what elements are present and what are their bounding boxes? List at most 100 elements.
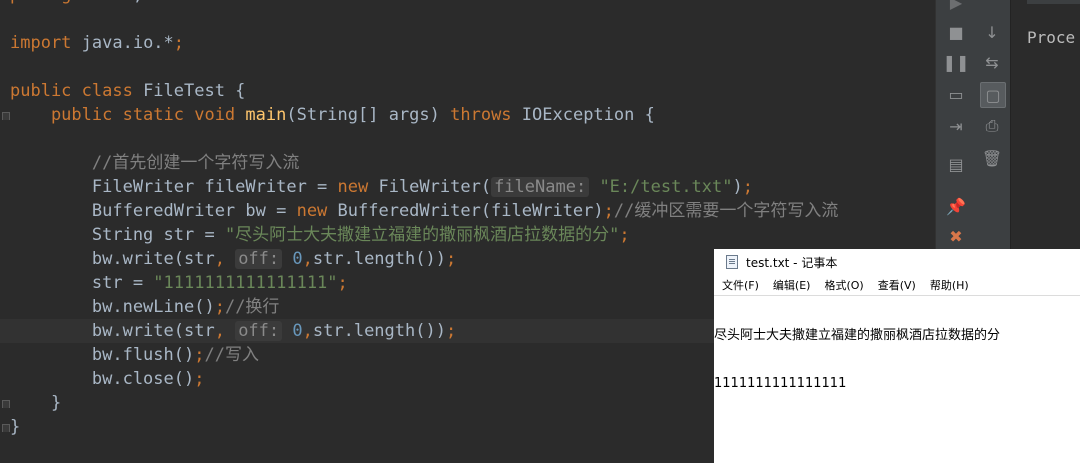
code-token: IOException {: [521, 105, 655, 125]
stop-icon[interactable]: ■: [944, 20, 968, 44]
notepad-title: test.txt - 记事本: [746, 255, 838, 270]
code-token: }: [10, 417, 21, 437]
fold-marker-icon[interactable]: [2, 424, 10, 432]
code-line[interactable]: //首先创建一个字符写入流: [0, 151, 935, 175]
code-token: bw.flush(): [10, 345, 195, 365]
code-token: String str =: [10, 225, 225, 245]
step-over-icon[interactable]: ⇆: [980, 50, 1004, 74]
code-token: BufferedWriter(fileWriter): [337, 201, 604, 221]
menu-file[interactable]: 文件(F): [722, 277, 759, 293]
notepad-file-icon: [726, 255, 738, 269]
code-token: main: [245, 105, 287, 125]
code-token: ,: [302, 249, 313, 269]
notepad-window: test.txt - 记事本 文件(F) 编辑(E) 格式(O) 查看(V) 帮…: [714, 249, 1080, 463]
code-token: ;: [194, 345, 205, 365]
code-token: "尽头阿士大夫撒建立福建的撒丽枫酒店拉数据的分": [224, 225, 620, 245]
print-icon[interactable]: ⎙: [980, 114, 1004, 138]
code-token: ,: [302, 321, 313, 341]
code-line[interactable]: package demo;: [0, 0, 935, 7]
code-token: new: [296, 201, 338, 221]
resume-icon[interactable]: ▶: [944, 0, 968, 14]
code-token: (String[] args): [286, 105, 451, 125]
parameter-hint: fileName:: [491, 177, 590, 197]
menu-edit[interactable]: 编辑(E): [773, 277, 811, 293]
code-token: ;: [742, 177, 753, 197]
notepad-line: 1111111111111111: [714, 376, 847, 391]
code-token: ,: [214, 321, 236, 341]
code-token: ;: [194, 369, 205, 389]
fold-marker-icon[interactable]: [2, 400, 10, 408]
code-token: public class: [10, 81, 144, 101]
code-token: FileWriter(: [378, 177, 492, 197]
code-line[interactable]: [0, 7, 935, 31]
code-token: //缓冲区需要一个字符写入流: [613, 201, 839, 221]
code-token: java.io.*: [81, 33, 174, 53]
code-token: ;: [214, 297, 225, 317]
code-token: str.length()): [312, 249, 446, 269]
menu-help[interactable]: 帮助(H): [930, 277, 969, 293]
code-token: ;: [603, 201, 614, 221]
exit-icon[interactable]: ⇥: [944, 114, 968, 138]
code-token: ;: [619, 225, 630, 245]
code-token: throws: [450, 105, 522, 125]
notepad-menu-bar: 文件(F) 编辑(E) 格式(O) 查看(V) 帮助(H): [714, 275, 1080, 295]
code-token: ;: [337, 273, 348, 293]
step-down-icon[interactable]: ↓: [980, 20, 1004, 44]
code-token: FileTest {: [143, 81, 246, 101]
trash-icon[interactable]: 🗑: [980, 146, 1004, 170]
stop-debug-icon[interactable]: ▢: [980, 82, 1006, 108]
fold-marker-icon[interactable]: [2, 112, 10, 120]
code-token: "1111111111111111": [153, 273, 338, 293]
notepad-title-bar[interactable]: test.txt - 记事本: [714, 249, 1080, 275]
code-token: BufferedWriter bw =: [10, 201, 297, 221]
code-line[interactable]: BufferedWriter bw = new BufferedWriter(f…: [0, 199, 935, 223]
code-token: str =: [10, 273, 154, 293]
code-line[interactable]: [0, 55, 935, 79]
code-line[interactable]: FileWriter fileWriter = new FileWriter(f…: [0, 175, 935, 199]
code-token: package: [10, 0, 92, 5]
parameter-hint: off:: [235, 249, 283, 269]
code-token: //写入: [204, 345, 259, 365]
code-token: "E:/test.txt": [599, 177, 733, 197]
code-token: ,: [214, 249, 236, 269]
restore-layout-icon[interactable]: ▭: [944, 82, 968, 106]
console-tab[interactable]: [1027, 0, 1080, 4]
menu-view[interactable]: 查看(V): [878, 277, 916, 293]
code-token: ;: [445, 321, 457, 341]
code-token: //首先创建一个字符写入流: [10, 153, 300, 173]
code-token: FileWriter fileWriter =: [10, 177, 338, 197]
code-line[interactable]: public class FileTest {: [0, 79, 935, 103]
code-token: 0: [292, 321, 303, 341]
code-token: bw.write(str: [10, 321, 215, 341]
code-token: 0: [292, 249, 303, 269]
pin-icon[interactable]: 📌: [944, 194, 968, 218]
code-token: //换行: [224, 297, 280, 317]
code-line[interactable]: [0, 127, 935, 151]
code-token: bw.newLine(): [10, 297, 215, 317]
parameter-hint: off:: [235, 321, 283, 341]
notepad-line: 尽头阿士大夫撒建立福建的撒丽枫酒店拉数据的分: [714, 328, 1001, 343]
code-token: demo;: [92, 0, 143, 5]
code-token: new: [337, 177, 379, 197]
menu-format[interactable]: 格式(O): [824, 277, 863, 293]
pause-icon[interactable]: ❚❚: [943, 50, 970, 74]
close-icon[interactable]: ✖: [944, 224, 968, 248]
code-line[interactable]: import java.io.*;: [0, 31, 935, 55]
code-token: bw.close(): [10, 369, 195, 389]
notepad-text-area[interactable]: 尽头阿士大夫撒建立福建的撒丽枫酒店拉数据的分 1111111111111111: [714, 295, 1080, 424]
code-token: public static void: [10, 105, 246, 125]
layout-icon[interactable]: ▤: [944, 152, 968, 176]
code-token: }: [10, 393, 62, 413]
console-process-label: Proce: [1027, 28, 1076, 47]
code-token: ;: [445, 249, 457, 269]
code-line[interactable]: public static void main(String[] args) t…: [0, 103, 935, 127]
code-token: bw.write(str: [10, 249, 215, 269]
code-token: str.length()): [312, 321, 446, 341]
code-token: import: [10, 33, 82, 53]
code-line[interactable]: String str = "尽头阿士大夫撒建立福建的撒丽枫酒店拉数据的分";: [0, 223, 935, 247]
code-token: ): [732, 177, 743, 197]
code-token: ;: [173, 33, 185, 53]
